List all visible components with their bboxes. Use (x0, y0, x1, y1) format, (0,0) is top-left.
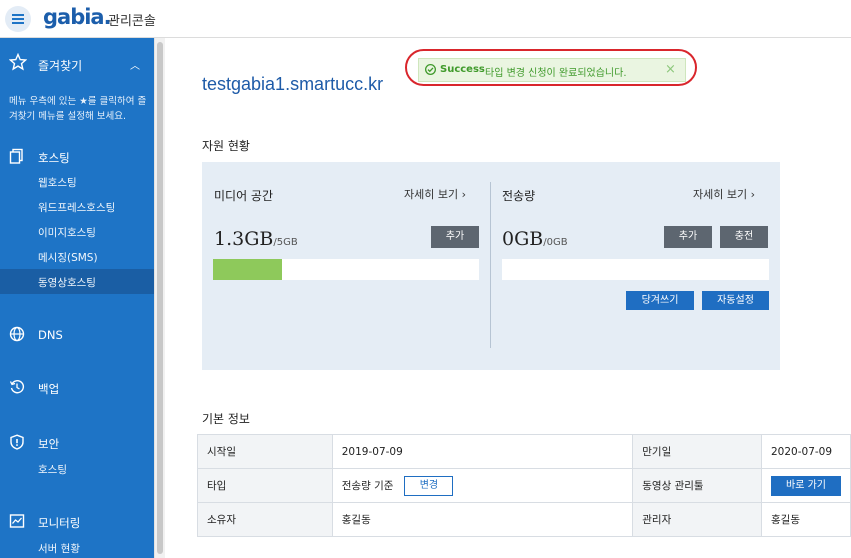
table-row: 소유자 홍길동 관리자 홍길동 (197, 502, 851, 537)
shield-icon (10, 434, 24, 450)
media-space-title: 미디어 공간 (214, 189, 274, 203)
type-label: 타입 (197, 468, 333, 503)
star-icon (9, 53, 27, 71)
chart-icon (9, 514, 25, 528)
sidebar-item-label: 모니터링 (38, 516, 81, 530)
type-value: 전송량 기준 (341, 479, 394, 492)
sidebar: 즐겨찾기 ︿ 메뉴 우측에 있는 ★를 클릭하여 즐겨찾기 메뉴를 설정해 보세… (0, 38, 154, 558)
copy-icon (9, 148, 23, 164)
auto-setting-button[interactable]: 자동설정 (702, 291, 769, 310)
resources-title: 자원 현황 (202, 139, 250, 153)
media-detail-link[interactable]: 자세히 보기 › (404, 186, 466, 202)
top-bar: gabia. 관리콘솔 (0, 0, 851, 38)
favorites-description: 메뉴 우측에 있는 ★를 클릭하여 즐겨찾기 메뉴를 설정해 보세요. (9, 96, 147, 122)
sidebar-item-messaging-sms[interactable]: 메시징(SMS) (0, 244, 154, 269)
sidebar-item-label: 메시징(SMS) (38, 252, 98, 264)
sidebar-scrollbar[interactable] (154, 38, 165, 558)
sidebar-item-label: 호스팅 (38, 151, 70, 165)
video-tool-cell: 바로 가기 (761, 468, 851, 503)
media-add-button[interactable]: 추가 (431, 226, 479, 248)
sidebar-item-label: 워드프레스호스팅 (38, 202, 116, 214)
favorites-label: 즐겨찾기 (38, 59, 83, 73)
pull-forward-button[interactable]: 당겨쓰기 (626, 291, 694, 310)
gabia-logo[interactable]: gabia. (43, 5, 112, 29)
sidebar-item-label: 서버 현황 (38, 543, 80, 555)
traffic-usage-bar (502, 259, 769, 280)
sidebar-item-label: 보안 (38, 437, 60, 451)
sidebar-item-hosting[interactable]: 호스팅 (0, 146, 154, 168)
go-to-video-tool-button[interactable]: 바로 가기 (771, 475, 841, 496)
scrollbar-thumb[interactable] (157, 42, 163, 554)
sidebar-item-wordpress-hosting[interactable]: 워드프레스호스팅 (0, 194, 154, 219)
resource-panel: 미디어 공간 자세히 보기 › 1.3GB/5GB 추가 전송량 자세히 보기 … (202, 162, 780, 370)
page-title: testgabia1.smartucc.kr (202, 74, 384, 94)
sidebar-item-security[interactable]: 보안 (0, 432, 154, 454)
menu-icon (12, 14, 24, 24)
sidebar-favorites[interactable]: 즐겨찾기 ︿ (0, 48, 154, 80)
media-usage-bar (213, 259, 479, 280)
history-icon (9, 380, 25, 394)
traffic-add-button[interactable]: 추가 (664, 226, 712, 248)
start-date-label: 시작일 (197, 434, 333, 469)
media-used: 1.3GB (214, 228, 274, 250)
traffic-charge-button[interactable]: 충전 (720, 226, 768, 248)
media-usage: 1.3GB/5GB (214, 228, 298, 250)
sidebar-item-monitoring[interactable]: 모니터링 (0, 511, 154, 533)
traffic-detail-link[interactable]: 자세히 보기 › (693, 186, 755, 202)
sidebar-item-label: 동영상호스팅 (38, 277, 96, 289)
table-row: 타입 전송량 기준 변경 동영상 관리툴 바로 가기 (197, 468, 851, 503)
traffic-used: 0GB (502, 228, 544, 250)
sidebar-item-video-hosting[interactable]: 동영상호스팅 (0, 269, 154, 294)
hamburger-menu-button[interactable] (5, 6, 31, 32)
sidebar-item-label: DNS (38, 328, 63, 342)
sidebar-item-security-hosting[interactable]: 호스팅 (0, 456, 154, 481)
admin-label: 관리자 (632, 502, 762, 537)
table-row: 시작일 2019-07-09 만기일 2020-07-09 (197, 434, 851, 469)
traffic-usage: 0GB/0GB (502, 228, 568, 250)
expire-date-value: 2020-07-09 (761, 434, 851, 469)
traffic-total: /0GB (543, 237, 568, 248)
sidebar-item-web-hosting[interactable]: 웹호스팅 (0, 169, 154, 194)
globe-icon (9, 326, 25, 342)
traffic-title: 전송량 (502, 189, 536, 203)
media-usage-fill (213, 259, 283, 280)
sidebar-item-dns[interactable]: DNS (0, 324, 154, 346)
panel-divider (490, 182, 491, 348)
admin-value: 홍길동 (761, 502, 851, 537)
owner-value: 홍길동 (331, 502, 634, 537)
highlight-circle (405, 49, 697, 86)
sidebar-item-label: 이미지호스팅 (38, 227, 96, 239)
start-date-value: 2019-07-09 (331, 434, 634, 469)
basic-info-table: 시작일 2019-07-09 만기일 2020-07-09 타입 전송량 기준 변… (197, 434, 851, 537)
sidebar-item-image-hosting[interactable]: 이미지호스팅 (0, 219, 154, 244)
sidebar-item-backup[interactable]: 백업 (0, 377, 154, 399)
sidebar-item-label: 백업 (38, 382, 60, 396)
console-title: 관리콘솔 (108, 14, 156, 29)
owner-label: 소유자 (197, 502, 333, 537)
type-cell: 전송량 기준 변경 (331, 468, 634, 503)
sidebar-item-server-status[interactable]: 서버 현황 (0, 535, 154, 558)
sidebar-item-label: 호스팅 (38, 464, 67, 476)
video-tool-label: 동영상 관리툴 (632, 468, 762, 503)
expire-date-label: 만기일 (632, 434, 762, 469)
change-type-button[interactable]: 변경 (404, 475, 454, 496)
media-total: /5GB (273, 237, 298, 248)
basic-info-title: 기본 정보 (202, 412, 250, 426)
chevron-up-icon[interactable]: ︿ (130, 57, 140, 72)
sidebar-item-label: 웹호스팅 (38, 177, 77, 189)
